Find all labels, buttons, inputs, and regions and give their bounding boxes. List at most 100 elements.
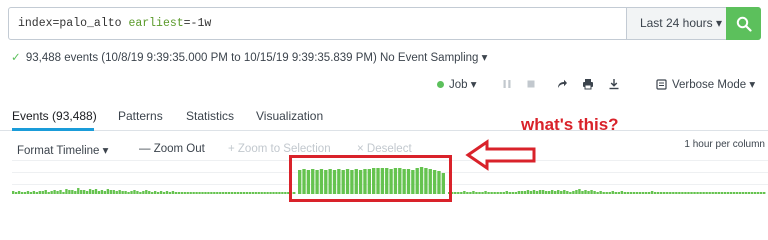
histogram-bar[interactable] [517,191,521,194]
histogram-bar[interactable] [535,191,539,194]
histogram-bar[interactable] [532,190,536,194]
histogram-bar[interactable] [242,192,246,194]
histogram-bar[interactable] [174,192,178,194]
histogram-bar[interactable] [225,192,228,194]
histogram-bar[interactable] [587,191,590,194]
histogram-bar[interactable] [275,192,278,194]
histogram-bar[interactable] [168,192,172,194]
histogram-bar[interactable] [207,192,210,194]
histogram-bar[interactable] [263,192,266,194]
histogram-bar[interactable] [578,189,581,194]
histogram-bar[interactable] [195,192,198,194]
histogram-bar[interactable] [490,192,493,194]
histogram-bar[interactable] [97,191,101,194]
histogram-bar[interactable] [177,192,181,194]
time-range-picker[interactable]: Last 24 hours ▾ [626,8,735,39]
histogram-bar[interactable] [620,191,624,194]
histogram-bar[interactable] [230,192,234,194]
histogram-bar[interactable] [278,192,281,194]
histogram-bar[interactable] [65,189,68,194]
histogram-bar[interactable] [239,192,243,194]
search-mode-menu[interactable]: Verbose Mode ▾ [656,77,755,91]
histogram-bar[interactable] [608,192,611,194]
histogram-bar[interactable] [605,192,608,194]
histogram-bar[interactable] [557,190,560,194]
histogram-bar[interactable] [623,192,627,194]
histogram-bar[interactable] [236,192,240,194]
histogram-bar[interactable] [590,190,593,194]
histogram-bar[interactable] [502,192,505,194]
histogram-bar[interactable] [254,192,257,194]
histogram-bar[interactable] [227,192,231,194]
histogram-bar[interactable] [550,190,554,194]
histogram-bar[interactable] [678,192,681,194]
histogram-bar[interactable] [20,192,24,194]
histogram-bar[interactable] [617,192,621,194]
histogram-bar[interactable] [154,191,157,194]
histogram-bar[interactable] [717,192,720,194]
histogram-bar[interactable] [454,192,457,194]
histogram-bar[interactable] [17,191,21,194]
histogram-bar[interactable] [233,192,237,194]
histogram-bar[interactable] [32,191,36,194]
histogram-bar[interactable] [47,192,50,194]
histogram-bar[interactable] [469,192,472,194]
histogram-bar[interactable] [109,190,112,194]
histogram-bar[interactable] [493,192,496,194]
histogram-bar[interactable] [103,191,107,194]
histogram-bar[interactable] [12,191,15,194]
histogram-bar[interactable] [560,191,563,194]
histogram-bar[interactable] [192,192,195,194]
histogram-bar[interactable] [714,192,717,194]
histogram-bar[interactable] [705,192,708,194]
histogram-bar[interactable] [732,192,736,194]
histogram-bar[interactable] [130,191,133,194]
histogram-bar[interactable] [644,192,648,194]
histogram-bar[interactable] [660,192,663,194]
histogram-bar[interactable] [266,192,269,194]
histogram-bar[interactable] [142,191,145,194]
histogram-bar[interactable] [88,189,92,194]
histogram-bar[interactable] [554,191,557,194]
histogram-bar[interactable] [127,192,130,194]
histogram-bar[interactable] [750,192,754,194]
print-icon[interactable] [581,78,595,90]
histogram-bar[interactable] [83,190,86,194]
histogram-bar[interactable] [514,192,518,194]
histogram-bar[interactable] [272,192,275,194]
pause-icon[interactable] [500,78,514,90]
histogram-bar[interactable] [151,192,154,194]
histogram-bar[interactable] [213,192,216,194]
histogram-bar[interactable] [523,191,527,194]
histogram-bar[interactable] [663,192,666,194]
histogram-bar[interactable] [139,192,142,194]
search-button[interactable] [726,7,761,40]
histogram-bar[interactable] [68,190,71,194]
histogram-bar[interactable] [162,192,166,194]
histogram-bar[interactable] [100,190,104,194]
histogram-bar[interactable] [180,192,183,194]
histogram-bar[interactable] [171,191,175,194]
histogram-bar[interactable] [466,192,469,194]
histogram-bar[interactable] [563,190,566,194]
histogram-bar[interactable] [569,192,572,194]
histogram-bar[interactable] [675,192,678,194]
histogram-bar[interactable] [726,192,730,194]
histogram-bar[interactable] [481,192,484,194]
histogram-bar[interactable] [566,191,569,194]
histogram-bar[interactable] [463,191,466,194]
histogram-bar[interactable] [696,192,699,194]
tab-visualization[interactable]: Visualization [256,109,323,123]
histogram-bar[interactable] [653,192,657,194]
histogram-bar[interactable] [756,192,760,194]
histogram-bar[interactable] [281,192,284,194]
histogram-bar[interactable] [186,192,189,194]
histogram-bar[interactable] [702,192,705,194]
histogram-bar[interactable] [499,192,502,194]
histogram-bar[interactable] [136,191,139,194]
histogram-bar[interactable] [584,190,587,194]
histogram-bar[interactable] [626,192,630,194]
histogram-bar[interactable] [148,191,151,194]
histogram-bar[interactable] [681,192,684,194]
histogram-bar[interactable] [699,192,702,194]
